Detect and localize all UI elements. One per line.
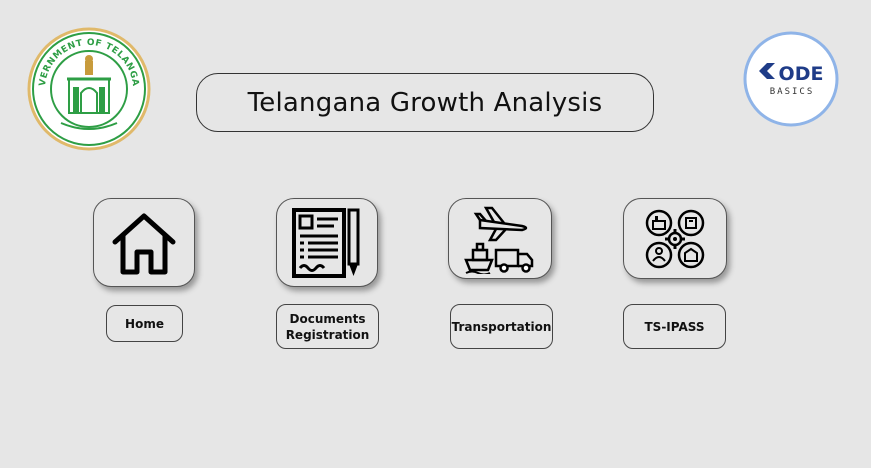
transportation-button[interactable]: Transportation bbox=[450, 304, 553, 349]
transport-icon bbox=[464, 206, 534, 274]
home-tile[interactable] bbox=[93, 198, 195, 287]
codebasics-logo: ODE BASICS bbox=[743, 31, 839, 127]
home-button[interactable]: Home bbox=[106, 305, 183, 342]
industry-gear-icon bbox=[645, 209, 705, 268]
house-icon bbox=[112, 213, 176, 274]
page-title: Telangana Growth Analysis bbox=[247, 87, 603, 118]
document-pen-icon bbox=[292, 207, 360, 278]
transportation-button-label: Transportation bbox=[451, 319, 552, 334]
documents-label-line2: Registration bbox=[285, 327, 370, 342]
ts-ipass-tile[interactable] bbox=[623, 198, 727, 279]
documents-tile[interactable] bbox=[276, 198, 378, 287]
documents-label-line1: Documents bbox=[289, 311, 366, 326]
brand-subtext: BASICS bbox=[770, 87, 815, 97]
home-button-label: Home bbox=[125, 316, 164, 331]
ts-ipass-button[interactable]: TS-IPASS bbox=[623, 304, 726, 349]
page-title-box: Telangana Growth Analysis bbox=[196, 73, 654, 132]
brand-letters: ODE bbox=[779, 63, 824, 85]
ts-ipass-button-label: TS-IPASS bbox=[644, 319, 705, 334]
documents-registration-button[interactable]: Documents Registration bbox=[276, 304, 379, 349]
telangana-emblem-logo: GOVERNMENT OF TELANGANA bbox=[23, 20, 151, 151]
transportation-tile[interactable] bbox=[448, 198, 552, 279]
